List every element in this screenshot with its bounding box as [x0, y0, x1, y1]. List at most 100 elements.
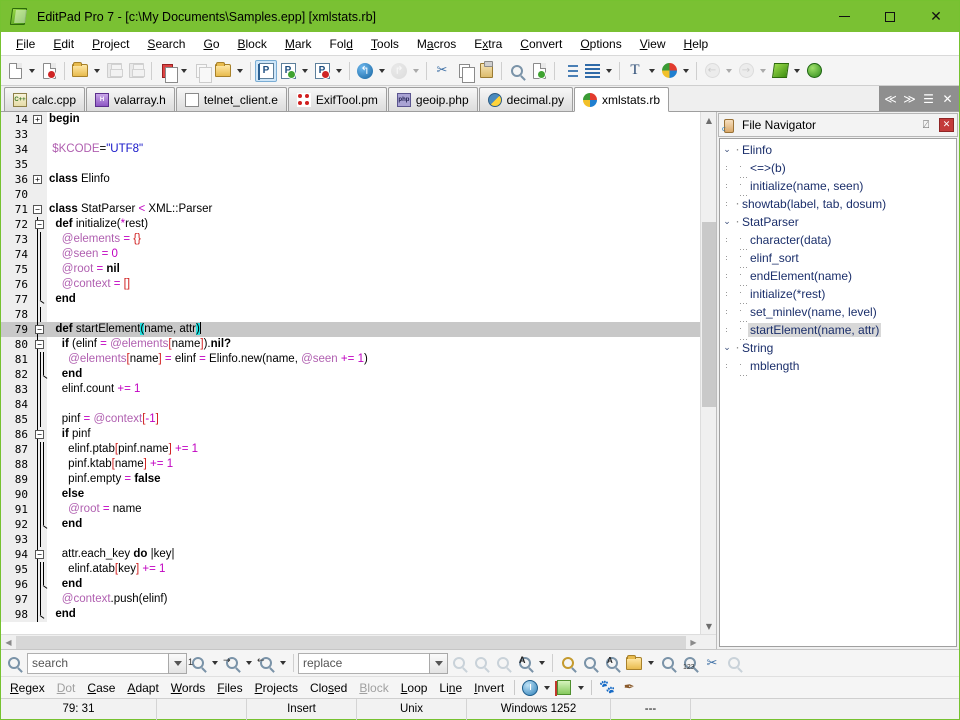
replace-history-dropdown[interactable] — [429, 652, 448, 674]
file-navigator-tree[interactable]: ⌄ · Elinfo <=>(b) initialize(name, seen) · sho… — [719, 138, 957, 647]
copy-file-button[interactable] — [156, 60, 178, 83]
replace-all-button[interactable] — [448, 652, 470, 674]
navigator-item[interactable]: set_minlev(name, level) — [720, 303, 956, 322]
code-line[interactable]: 76 @context = [] — [1, 277, 700, 292]
replace-next-button[interactable] — [470, 652, 492, 674]
cut-matches-button[interactable]: ✂ — [701, 652, 723, 674]
code-line[interactable]: 82 end — [1, 367, 700, 382]
bookmark-matches-button[interactable] — [657, 652, 679, 674]
fold-margin[interactable] — [31, 262, 47, 277]
editpad-book-button[interactable] — [769, 60, 791, 82]
code-line[interactable]: 74 @seen = 0 — [1, 247, 700, 262]
indent-button[interactable] — [559, 60, 581, 82]
code-line[interactable]: 36 + class Elinfo — [1, 172, 700, 187]
search-option-projects[interactable]: Projects — [249, 679, 304, 697]
status-line-break[interactable]: Unix — [357, 698, 467, 720]
line-options-button[interactable] — [581, 60, 603, 82]
favorite-searches-button-dropdown[interactable] — [575, 677, 587, 699]
code-line[interactable]: 84 — [1, 397, 700, 412]
fold-margin[interactable] — [31, 142, 47, 157]
code-rows[interactable]: 14 + begin 33 34 $KCODE="UTF8" 35 36 + class Eli… — [1, 112, 700, 634]
vertical-scroll-thumb[interactable] — [702, 222, 716, 407]
navigator-item[interactable]: ⌄ · String — [720, 339, 956, 357]
fold-margin[interactable] — [31, 382, 47, 397]
collect-matches-button[interactable] — [623, 652, 645, 674]
search-input[interactable]: search — [27, 652, 169, 674]
replace-button[interactable] — [528, 60, 550, 82]
search-option-loop[interactable]: Loop — [395, 679, 434, 697]
code-line[interactable]: 97 @context.push(elinf) — [1, 592, 700, 607]
menu-item-extra[interactable]: Extra — [465, 34, 511, 54]
file-tab-valarray-h[interactable]: Hvalarray.h — [86, 87, 175, 111]
fold-margin[interactable]: + — [31, 112, 47, 127]
undo-button[interactable] — [354, 60, 376, 82]
search-option-invert[interactable]: Invert — [468, 679, 510, 697]
color-scheme-button[interactable] — [658, 60, 680, 82]
code-line[interactable]: 70 — [1, 187, 700, 202]
navigator-item[interactable]: initialize(name, seen) — [720, 177, 956, 196]
menu-item-view[interactable]: View — [631, 34, 675, 54]
search-option-block[interactable]: Block — [353, 679, 394, 697]
code-line[interactable]: 89 pinf.empty = false — [1, 472, 700, 487]
pin-button[interactable]: ⍁ — [918, 117, 934, 133]
search-toggle-button[interactable] — [3, 652, 25, 674]
duplicate-file-button[interactable] — [190, 60, 212, 83]
save-button[interactable] — [103, 60, 125, 82]
file-tab-exiftool-pm[interactable]: ExifTool.pm — [287, 87, 387, 111]
code-line[interactable]: 83 elinf.count += 1 — [1, 382, 700, 397]
fold-margin[interactable] — [31, 247, 47, 262]
find-next-button[interactable]: → — [221, 652, 243, 674]
navigator-item[interactable]: initialize(*rest) — [720, 285, 956, 304]
code-line[interactable]: 92 end — [1, 517, 700, 532]
status-position[interactable]: 79: 31 — [1, 698, 157, 720]
navigator-item[interactable]: startElement(name, attr) — [720, 321, 956, 340]
forward-button[interactable]: → — [735, 60, 757, 82]
code-line[interactable]: 94− attr.each_key do |key| — [1, 547, 700, 562]
replace-selected-dropdown[interactable] — [536, 652, 548, 674]
highlight-all-button[interactable] — [579, 652, 601, 674]
fold-margin[interactable] — [31, 562, 47, 577]
code-line[interactable]: 93 — [1, 532, 700, 547]
fold-margin[interactable] — [31, 187, 47, 202]
fold-margin[interactable] — [31, 592, 47, 607]
fold-collapse-icon[interactable]: − — [35, 550, 44, 559]
scroll-right-button[interactable]: ▶ — [686, 635, 701, 650]
new-file-button[interactable] — [4, 60, 26, 82]
navigator-item[interactable]: endElement(name) — [720, 267, 956, 286]
code-line[interactable]: 73 @elements = {} — [1, 232, 700, 247]
fold-margin[interactable]: − — [31, 322, 47, 337]
menu-item-search[interactable]: Search — [138, 34, 194, 54]
number-matches-button[interactable]: 123 — [679, 652, 701, 674]
editor-horizontal-scrollbar[interactable]: ◀ ▶ — [1, 634, 716, 649]
fold-collapse-icon[interactable]: − — [35, 340, 44, 349]
code-line[interactable]: 80− if (elinf = @elements[name]).nil? — [1, 337, 700, 352]
file-tab-geoip-php[interactable]: php geoip.php — [387, 87, 478, 111]
fold-collapse-icon[interactable]: − — [35, 430, 44, 439]
browse-web-button[interactable] — [803, 60, 825, 82]
code-line[interactable]: 85 pinf = @context[-1] — [1, 412, 700, 427]
open-folder-button[interactable] — [212, 60, 234, 82]
horizontal-scroll-thumb[interactable] — [16, 635, 686, 649]
code-line[interactable]: 81 @elements[name] = elinf = Elinfo.new(… — [1, 352, 700, 367]
search-option-regex[interactable]: Regex — [4, 679, 51, 697]
code-line[interactable]: 95 elinf.atab[key] += 1 — [1, 562, 700, 577]
close-file-button[interactable] — [38, 60, 60, 82]
fold-margin[interactable] — [31, 367, 47, 382]
code-line[interactable]: 91 @root = name — [1, 502, 700, 517]
menu-item-macros[interactable]: Macros — [408, 34, 465, 54]
copy-button[interactable] — [453, 60, 475, 83]
count-matches-dropdown[interactable] — [209, 652, 221, 674]
status-encoding[interactable]: Windows 1252 — [467, 698, 611, 720]
status-insert-mode[interactable]: Insert — [247, 698, 357, 720]
code-line[interactable]: 86− if pinf — [1, 427, 700, 442]
scroll-left-button[interactable]: ◀ — [1, 635, 16, 650]
fold-margin[interactable]: + — [31, 172, 47, 187]
code-line[interactable]: 14 + begin — [1, 112, 700, 127]
editpad-book-dropdown[interactable] — [791, 60, 803, 82]
font-dropdown[interactable] — [646, 60, 658, 82]
navigator-item[interactable]: ⌄ · StatParser — [720, 213, 956, 231]
search-history-button-dropdown[interactable] — [541, 677, 553, 699]
code-line[interactable]: 75 @root = nil — [1, 262, 700, 277]
code-line[interactable]: 35 — [1, 157, 700, 172]
navigator-item[interactable]: <=>(b) — [720, 159, 956, 178]
